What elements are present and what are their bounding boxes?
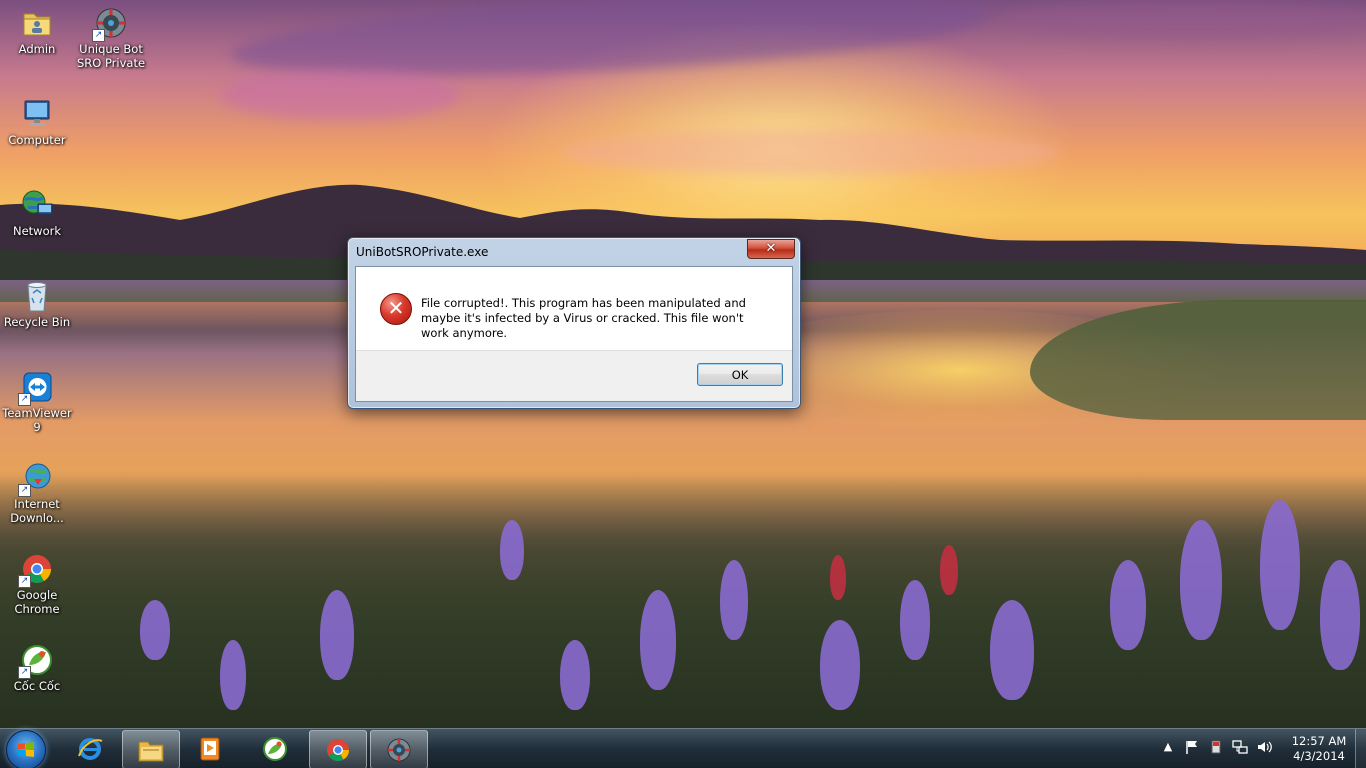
start-button[interactable]: [6, 730, 46, 768]
desktop-icon-computer[interactable]: Computer: [0, 97, 74, 147]
show-hidden-icons-icon[interactable]: ▲: [1160, 739, 1176, 755]
taskbar-coccoc[interactable]: [247, 730, 303, 767]
lupine-flower: [1260, 500, 1300, 630]
desktop-icon-label: Unique Bot SRO Private: [76, 42, 146, 70]
desktop-icon-label: Recycle Bin: [3, 315, 71, 329]
ok-button[interactable]: OK: [697, 363, 783, 386]
desktop-icon-label: Internet Downlo...: [10, 497, 64, 525]
lupine-flower: [1180, 520, 1222, 640]
lupine-flower: [500, 520, 524, 580]
show-desktop-button[interactable]: [1355, 729, 1366, 768]
action-center-flag-icon[interactable]: [1184, 739, 1200, 755]
dialog-title: UniBotSROPrivate.exe: [356, 245, 489, 259]
paintbrush-flower: [830, 555, 846, 600]
internet-download-manager-icon: ↗: [18, 461, 54, 497]
error-icon: ✕: [380, 293, 412, 325]
paintbrush-flower: [940, 545, 958, 595]
lupine-flower: [320, 590, 354, 680]
lupine-flower: [640, 590, 676, 690]
taskbar-internet-explorer[interactable]: [62, 730, 118, 767]
error-dialog: UniBotSROPrivate.exe ✕ ✕ File corrupted!…: [347, 237, 801, 409]
lupine-flower: [1320, 560, 1360, 670]
taskbar-media-player[interactable]: [182, 730, 238, 767]
desktop-icon-label: Computer: [8, 133, 66, 147]
lupine-flower: [560, 640, 590, 710]
taskbar-unibot[interactable]: [370, 730, 428, 768]
cloud: [560, 130, 1060, 175]
lupine-flower: [1110, 560, 1146, 650]
internet-explorer-icon: [78, 738, 103, 760]
desktop-icon-internet-download-manager[interactable]: ↗ Internet Downlo...: [0, 461, 74, 525]
desktop-icon-label: TeamViewer 9: [2, 406, 72, 434]
volume-icon[interactable]: [1256, 739, 1272, 755]
user-folder-icon: [20, 6, 54, 40]
clock-date: 4/3/2014: [1293, 749, 1345, 763]
taskbar-windows-explorer[interactable]: [122, 730, 180, 768]
teamviewer-icon: ↗: [18, 370, 54, 406]
lupine-flower: [900, 580, 930, 660]
lupine-flower: [220, 640, 246, 710]
recycle-bin-icon: [20, 279, 54, 313]
media-player-icon: [200, 737, 220, 761]
computer-icon: [20, 97, 54, 131]
desktop-icon-label: Admin: [18, 42, 56, 56]
desktop-icon-unique-bot[interactable]: ↗ Unique Bot SRO Private: [74, 6, 148, 70]
chrome-icon: [327, 739, 349, 761]
dialog-button-bar: OK: [356, 350, 792, 401]
desktop-icon-coccoc[interactable]: ↗ Cốc Cốc: [0, 643, 74, 693]
shortcut-arrow-icon: ↗: [18, 666, 31, 679]
cloud: [220, 70, 460, 120]
coccoc-browser-icon: ↗: [18, 643, 54, 679]
lupine-flower: [140, 600, 170, 660]
taskbar-google-chrome[interactable]: [309, 730, 367, 768]
windows-logo-icon: [18, 742, 34, 757]
shortcut-arrow-icon: ↗: [18, 393, 31, 406]
shortcut-arrow-icon: ↗: [18, 575, 31, 588]
desktop-icon-google-chrome[interactable]: ↗ Google Chrome: [0, 552, 74, 616]
network-icon[interactable]: [1232, 739, 1248, 755]
usb-device-icon[interactable]: [1208, 739, 1224, 755]
shortcut-arrow-icon: ↗: [18, 484, 31, 497]
coccoc-browser-icon: [263, 737, 287, 761]
desktop-icon-network[interactable]: Network: [0, 188, 74, 238]
desktop-icon-label: Cốc Cốc: [13, 679, 61, 693]
lupine-flower: [720, 560, 748, 640]
desktop-icon-admin[interactable]: Admin: [0, 6, 74, 56]
shortcut-arrow-icon: ↗: [92, 29, 105, 42]
dialog-content: ✕ File corrupted!. This program has been…: [355, 266, 793, 402]
cloud: [1000, 0, 1366, 40]
bot-app-icon: [387, 738, 411, 762]
lupine-flower: [820, 620, 860, 710]
foreground-meadow: [0, 470, 1366, 730]
taskbar: ▲ 12:57 AM 4/3/2014: [0, 728, 1366, 768]
error-message: File corrupted!. This program has been m…: [421, 296, 746, 340]
desktop-icon-teamviewer[interactable]: ↗ TeamViewer 9: [0, 370, 74, 434]
desktop-icon-label: Google Chrome: [14, 588, 60, 616]
lupine-flower: [990, 600, 1034, 700]
clock-time: 12:57 AM: [1291, 734, 1347, 748]
clock[interactable]: 12:57 AM 4/3/2014: [1284, 734, 1354, 764]
close-button[interactable]: ✕: [747, 239, 795, 259]
desktop-icon-recycle-bin[interactable]: Recycle Bin: [0, 279, 74, 329]
windows-explorer-icon: [138, 741, 164, 762]
desktop-icon-label: Network: [12, 224, 62, 238]
chrome-icon: ↗: [18, 552, 54, 588]
bot-app-icon: ↗: [92, 6, 128, 42]
network-globe-icon: [20, 188, 54, 222]
